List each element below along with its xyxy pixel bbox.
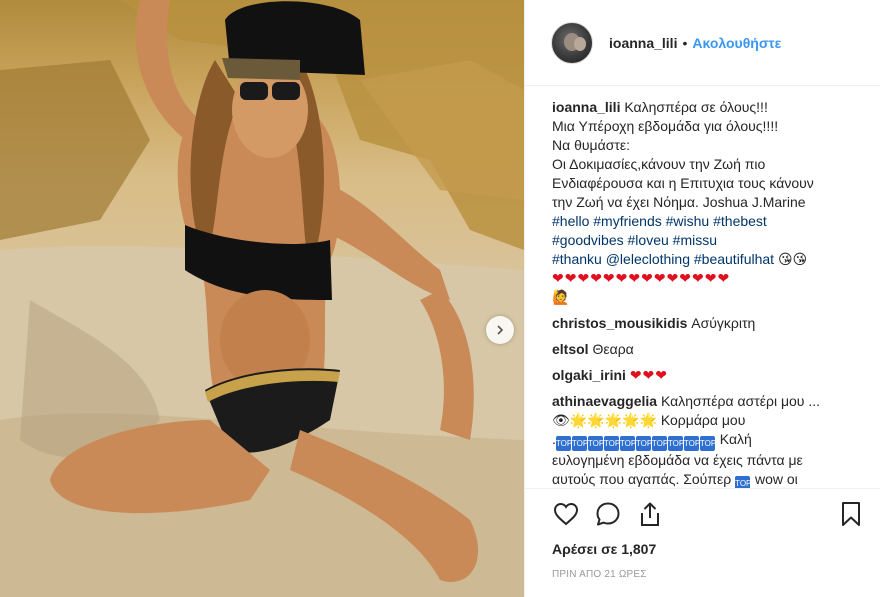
likes-count[interactable]: Αρέσει σε 1,807	[552, 541, 865, 557]
comment-text: Ασύγκριτη	[691, 315, 756, 331]
top-emoji: TOP	[555, 436, 572, 451]
save-button[interactable]	[837, 500, 865, 528]
top-emoji: TOP	[571, 436, 588, 451]
avatar[interactable]	[551, 21, 593, 64]
chevron-right-icon	[497, 325, 504, 335]
hearts-emoji-row: ❤❤❤❤❤❤❤❤❤❤❤❤❤❤	[552, 270, 731, 286]
comment-text: Καλή	[719, 431, 752, 447]
post-actions-area: Αρέσει σε 1,807 ΠΡΙΝ ΑΠΟ 21 ΩΡΕΣ	[525, 488, 880, 597]
top-emoji: TOP	[735, 476, 751, 488]
top-emoji: TOP	[667, 436, 684, 451]
heart-outline-icon	[553, 502, 579, 526]
post-timestamp[interactable]: ΠΡΙΝ ΑΠΟ 21 ΩΡΕΣ	[552, 569, 865, 580]
bookmark-icon	[842, 502, 860, 526]
hashtag-link[interactable]: #loveu	[628, 232, 669, 248]
comment-username[interactable]: christos_mousikidis	[552, 315, 687, 331]
top-emoji: TOP	[635, 436, 652, 451]
comment-text: wow οι	[754, 471, 798, 487]
comment-username[interactable]: olgaki_irini	[552, 367, 626, 383]
comment-text: Κορμάρα μου	[660, 412, 746, 428]
top-emoji: TOP	[699, 436, 716, 451]
follow-button[interactable]: Ακολουθήστε	[692, 35, 781, 51]
comment-item: olgaki_irini ❤❤❤	[552, 366, 865, 385]
hashtag-link[interactable]: #thanku	[552, 251, 602, 267]
comment-text: Καλησπέρα αστέρι μου ...	[660, 393, 821, 409]
action-bar	[552, 489, 865, 539]
caption-line: την Ζωή να έχει Νόημα. Joshua J.Marine	[552, 194, 806, 210]
post-side-panel: ioanna_lili • Ακολουθήστε ioanna_lili Κα…	[524, 0, 880, 597]
carousel-next-button[interactable]	[486, 316, 514, 344]
comment-text: ❤❤❤	[629, 367, 669, 383]
hashtag-link[interactable]: #hello	[552, 213, 589, 229]
share-upload-icon	[641, 502, 659, 526]
caption: ioanna_lili Καλησπέρα σε όλους!!! Μια Υπ…	[552, 98, 865, 307]
comment-item: christos_mousikidis Ασύγκριτη	[552, 314, 865, 333]
comment-item: eltsol Θεαρα	[552, 340, 865, 359]
share-button[interactable]	[636, 500, 664, 528]
comment-username[interactable]: athinaevaggelia	[552, 393, 657, 409]
comment-item: athinaevaggelia Καλησπέρα αστέρι μου ...…	[552, 392, 865, 488]
top-emoji: TOP	[683, 436, 700, 451]
comment-username[interactable]: eltsol	[552, 341, 589, 357]
header-separator: •	[682, 34, 688, 51]
caption-line: Καλησπέρα σε όλους!!!	[624, 99, 768, 115]
post-photo[interactable]	[0, 0, 524, 597]
top-emoji: TOP	[587, 436, 604, 451]
comment-bubble-icon	[596, 502, 620, 526]
caption-username[interactable]: ioanna_lili	[552, 99, 620, 115]
caption-line: Ενδιαφέρουσα και η Επιτυχια τους κάνουν	[552, 175, 814, 191]
caption-line: Να θυμάστε:	[552, 137, 630, 153]
caption-line: Οι Δοκιμασίες,κάνουν την Ζωή πιο	[552, 156, 766, 172]
comment-text: Θεαρα	[592, 341, 634, 357]
kiss-emoji: 😘😘	[777, 251, 808, 267]
hashtag-link[interactable]: #wishu	[666, 213, 710, 229]
hashtag-link[interactable]: #goodvibes	[552, 232, 624, 248]
top-emoji: TOP	[619, 436, 636, 451]
mention-link[interactable]: @leleclothing	[606, 251, 690, 267]
hashtag-link[interactable]: #missu	[673, 232, 717, 248]
eye-emoji: 👁	[552, 412, 570, 428]
sparkles-emoji: 🌟🌟🌟🌟🌟	[569, 412, 657, 428]
comments-section[interactable]: ioanna_lili Καλησπέρα σε όλους!!! Μια Υπ…	[525, 86, 880, 488]
header-username[interactable]: ioanna_lili	[609, 35, 677, 51]
caption-line: Μια Υπέροχη εβδομάδα για όλους!!!!	[552, 118, 779, 134]
beach-photo-illustration	[0, 0, 524, 597]
top-emoji: TOP	[651, 436, 668, 451]
hashtag-link[interactable]: #myfriends	[593, 213, 661, 229]
hashtag-link[interactable]: #thebest	[713, 213, 767, 229]
raising-hand-emoji: 🙋	[552, 289, 570, 305]
comment-text: ευλογημένη εβδομάδα να έχεις πάντα με	[552, 452, 803, 468]
post-header: ioanna_lili • Ακολουθήστε	[525, 0, 880, 86]
comment-text: αυτούς που αγαπάς. Σούπερ	[552, 471, 732, 487]
like-button[interactable]	[552, 500, 580, 528]
top-emoji: TOP	[603, 436, 620, 451]
comment-button[interactable]	[594, 500, 622, 528]
hashtag-link[interactable]: #beautifulhat	[694, 251, 774, 267]
